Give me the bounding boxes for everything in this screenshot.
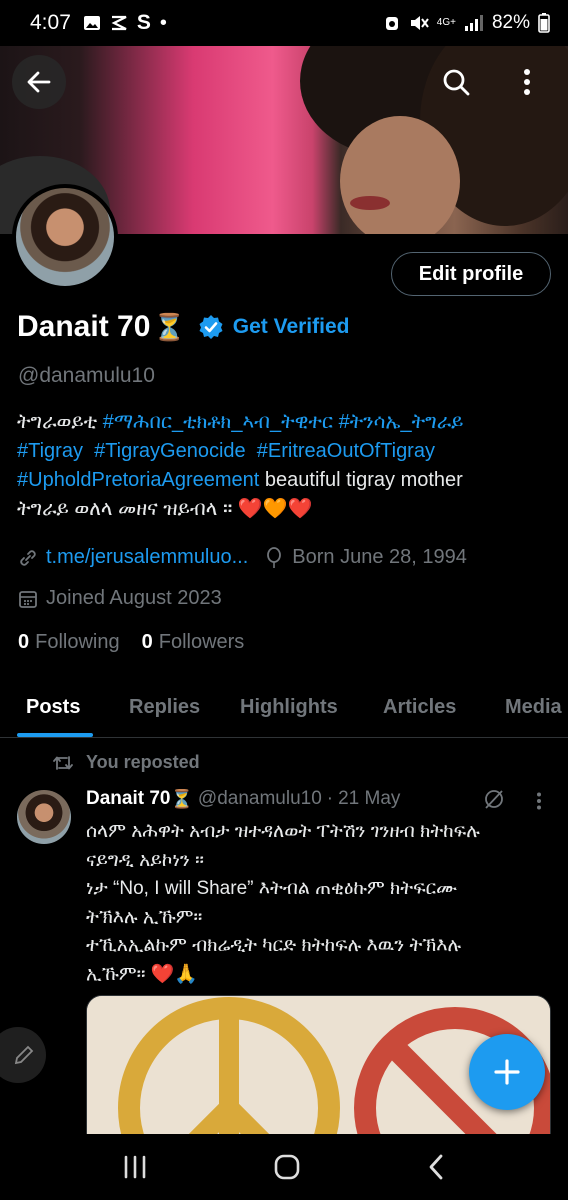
repost-label: You reposted: [86, 752, 200, 772]
battery-percent: 82%: [491, 12, 530, 33]
tab-media[interactable]: Media: [505, 696, 562, 719]
link-icon: [20, 549, 36, 566]
bio-text: ትግራወይቲ: [17, 411, 103, 433]
hourglass-emoji: ⏳: [153, 311, 186, 342]
hashtag-link[interactable]: #EritreaOutOfTigray: [257, 440, 435, 462]
profile-handle: @danamulu10: [18, 364, 155, 387]
bio-line-1: ትግራወይቲ #ማሕበር_ቲክቶክ_ኣብ_ትዊተር #ትንሳኤ_ትግራይ: [17, 408, 557, 437]
calendar-icon: [19, 590, 37, 608]
post-line: ናይግዲ አይኮነን ።: [86, 849, 205, 871]
post-line: ተኺአኢልኩም ብክሬዲት ካርድ ክትከፍሉ እዉን ትኽእሉ: [86, 935, 462, 956]
profile-link[interactable]: t.me/jerusalemmuluo...: [46, 546, 248, 569]
grok-icon: [485, 790, 503, 809]
back-nav-icon[interactable]: [426, 1153, 446, 1181]
alarm-icon: [385, 17, 398, 30]
following-count: 0: [18, 631, 30, 653]
bio-line-3: #UpholdPretoriaAgreement beautiful tigra…: [17, 466, 557, 495]
get-verified-button[interactable]: Get Verified: [198, 314, 350, 340]
post-header: Danait 70 ⏳ @danamulu10 · 21 May: [86, 788, 401, 810]
plus-icon: [494, 1059, 520, 1085]
bio-text: ትግራይ ወለላ መዘና ዝይብላ ።: [17, 498, 233, 520]
network-label: 4G+: [436, 17, 456, 28]
grok-button[interactable]: [483, 788, 505, 815]
arrow-left-icon: [27, 71, 51, 93]
more-vertical-icon: [537, 792, 541, 810]
profile-name-row: Danait 70 ⏳ Get Verified: [17, 310, 349, 344]
more-button[interactable]: [500, 55, 554, 109]
signal-icon: [464, 15, 483, 31]
back-button[interactable]: [12, 55, 66, 109]
following-label: Following: [35, 631, 120, 653]
hashtag-link[interactable]: #ማሕበር_ቲክቶክ_ኣብ_ትዊተር: [103, 411, 333, 433]
post-line: ነታ “No, I will Share” እትብል ጠቂዕኩም ክትፍርሙ: [86, 878, 458, 899]
more-vertical-icon: [524, 69, 530, 95]
bio-text: beautiful tigray mother: [259, 469, 463, 491]
hashtag-link[interactable]: #UpholdPretoriaAgreement: [17, 469, 259, 491]
post-line: ኢኹም። ❤️🙏: [86, 963, 199, 985]
mute-icon: [410, 16, 429, 30]
sync-icon: [111, 15, 127, 31]
pencil-icon: [14, 1045, 34, 1065]
birth-date: Born June 28, 1994: [292, 546, 467, 568]
profile-bio: ትግራወይቲ #ማሕበር_ቲክቶክ_ኣብ_ትዊተር #ትንሳኤ_ትግራይ #Ti…: [17, 408, 557, 524]
post-date: 21 May: [338, 788, 401, 809]
balloon-icon: [267, 546, 282, 568]
hashtag-link[interactable]: #ትንሳኤ_ትግራይ: [339, 411, 464, 433]
post-line: ትኽእሉ ኢኹም።: [86, 906, 203, 928]
notification-dot: •: [159, 11, 167, 34]
tab-posts[interactable]: Posts: [26, 696, 80, 719]
search-icon: [443, 69, 470, 96]
author-hourglass-emoji: ⏳: [170, 788, 193, 809]
repost-indicator: You reposted: [52, 752, 200, 773]
status-time: 4:07: [30, 11, 71, 34]
android-nav-bar: [0, 1134, 568, 1200]
bio-line-2: #Tigray #TigrayGenocide #EritreaOutOfTig…: [17, 437, 557, 466]
post-more-button[interactable]: [536, 792, 542, 815]
hashtag-link[interactable]: #TigrayGenocide: [94, 440, 246, 462]
follow-stats: 0 Following 0 Followers: [18, 631, 244, 654]
battery-icon: [538, 13, 550, 33]
tab-articles[interactable]: Articles: [383, 696, 456, 719]
edit-draft-button[interactable]: [0, 1027, 46, 1083]
active-tab-indicator: [17, 733, 93, 737]
post-author-handle: @danamulu10: [197, 788, 322, 809]
search-button[interactable]: [429, 55, 483, 109]
profile-avatar[interactable]: [12, 184, 118, 290]
recents-icon[interactable]: [122, 1155, 148, 1179]
bio-line-4: ትግራይ ወለላ መዘና ዝይብላ ። ❤️🧡❤️: [17, 495, 557, 524]
joined-date: Joined August 2023: [46, 587, 222, 609]
tab-replies[interactable]: Replies: [129, 696, 200, 719]
hashtag-link[interactable]: #Tigray: [17, 440, 83, 462]
get-verified-label: Get Verified: [232, 315, 350, 338]
carrier-icon: S: [136, 11, 151, 34]
repost-icon: [53, 755, 73, 770]
following-link[interactable]: 0 Following: [18, 631, 120, 654]
home-icon[interactable]: [273, 1153, 301, 1181]
profile-joined-row: Joined August 2023: [18, 587, 222, 610]
status-bar: 4:07 S • 4G+ 82%: [0, 0, 568, 46]
tab-highlights[interactable]: Highlights: [240, 696, 338, 719]
post-line: ሰላም አሕዋት አብታ ዝተዳለወት ፐትሽን ገንዘብ ክትከፍሉ: [86, 821, 480, 842]
display-name: Danait 70: [17, 310, 151, 343]
post-text: ሰላም አሕዋት አብታ ዝተዳለወት ፐትሽን ገንዘብ ክትከፍሉ ናይግዲ…: [86, 818, 556, 989]
compose-post-button[interactable]: [469, 1034, 545, 1110]
profile-tabs: Posts Replies Highlights Articles Media: [0, 686, 568, 738]
followers-count: 0: [141, 631, 153, 653]
profile-meta-row: t.me/jerusalemmuluo... Born June 28, 199…: [18, 546, 467, 569]
followers-link[interactable]: 0 Followers: [142, 631, 245, 654]
post-author-name[interactable]: Danait 70: [86, 788, 170, 810]
gallery-icon: [83, 16, 100, 30]
verified-badge-icon: [199, 315, 223, 339]
followers-label: Followers: [158, 631, 245, 653]
edit-profile-button[interactable]: Edit profile: [391, 252, 551, 296]
post-avatar[interactable]: [17, 790, 71, 844]
hearts-emoji: ❤️🧡❤️: [237, 498, 313, 520]
